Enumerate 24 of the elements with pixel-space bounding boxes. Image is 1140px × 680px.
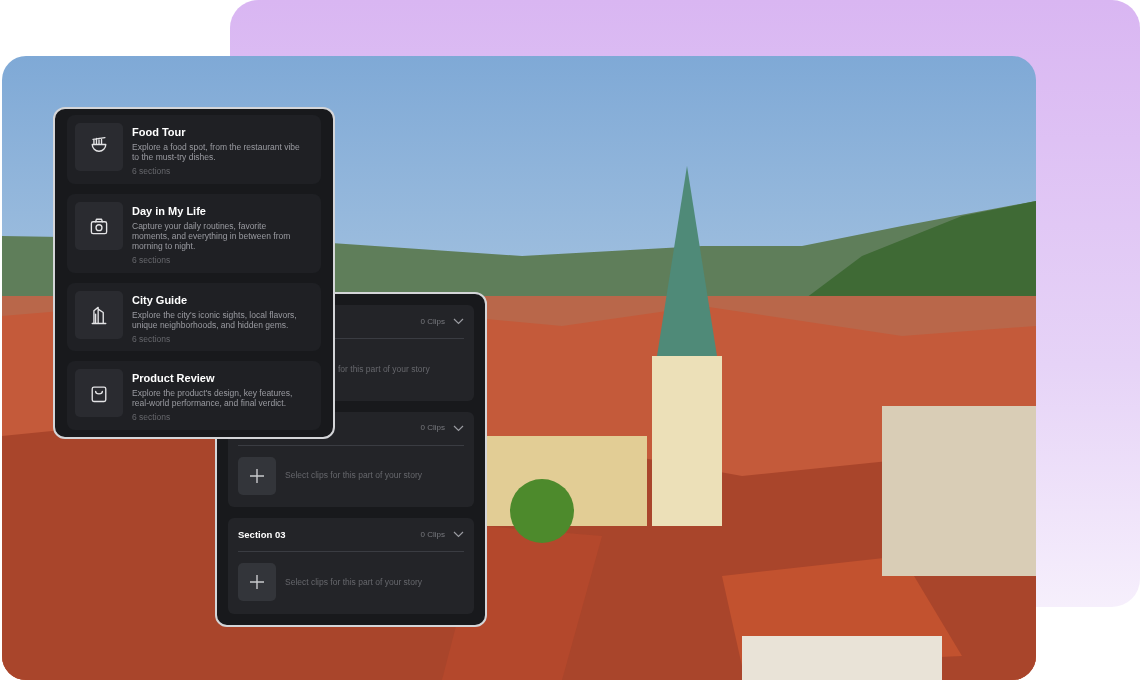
template-title: Day in My Life bbox=[132, 203, 207, 218]
template-description: Explore the product's design, key features, real-world performance, and final verdict. bbox=[132, 388, 294, 409]
template-description: Explore the city's iconic sights, local flavors, unique neighborhoods, and hidden gems. bbox=[132, 309, 298, 330]
section-count: 6 sections bbox=[132, 411, 172, 424]
template-title: Food Tour bbox=[132, 125, 187, 139]
plus-icon bbox=[249, 467, 265, 484]
section-count: 6 sections bbox=[132, 332, 172, 346]
chevron-down-icon[interactable] bbox=[453, 424, 464, 432]
template-title: City Guide bbox=[132, 292, 188, 307]
template-description: Explore a food spot, from the restaurant vibe to the must-try dishes. bbox=[132, 142, 301, 162]
template-card[interactable]: Day in My Life Capture your daily routines, favorite moments, and everything in between from morning to night. 6 sections bbox=[67, 193, 321, 273]
chevron-down-icon[interactable] bbox=[453, 318, 464, 325]
plus-icon bbox=[249, 574, 265, 591]
template-card[interactable]: Product Review Explore the product's design, key features, real-world performance, and final verdict. 6 sections bbox=[67, 361, 321, 430]
chevron-down-icon[interactable] bbox=[453, 531, 464, 539]
add-clip-button[interactable] bbox=[238, 563, 276, 602]
template-title: Product Review bbox=[132, 371, 216, 386]
template-card[interactable]: City Guide Explore the city's iconic sights, local flavors, unique neighborhoods, and hidden gems. 6 sections bbox=[67, 282, 321, 352]
template-card[interactable]: Food Tour Explore a food spot, from the restaurant vibe to the must-try dishes. 6 sections bbox=[67, 115, 321, 184]
section-count: 6 sections bbox=[132, 165, 172, 178]
section-count: 6 sections bbox=[132, 253, 172, 267]
template-description: Capture your daily routines, favorite moments, and everything in between from morning to night. bbox=[132, 220, 292, 251]
add-clip-button[interactable] bbox=[238, 456, 276, 495]
section-title: Section 03 bbox=[238, 527, 286, 542]
